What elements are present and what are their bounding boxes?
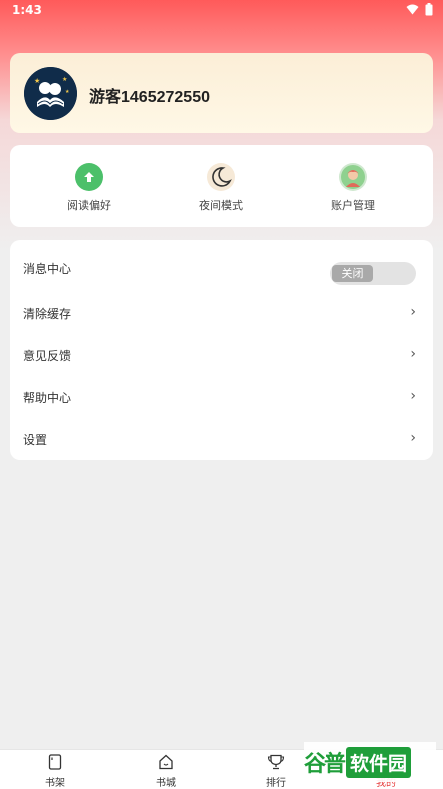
trophy-icon: [241, 753, 311, 771]
clear-cache-row[interactable]: 清除缓存 ›: [10, 292, 433, 334]
feedback-label: 意见反馈: [23, 349, 72, 363]
tab-bookstore[interactable]: 书城: [131, 753, 201, 789]
status-bar: 1:43: [0, 0, 443, 22]
avatar[interactable]: ★ ★ ★: [24, 67, 77, 120]
username: 游客1465272550: [89, 89, 210, 106]
account-management-button[interactable]: 账户管理: [298, 163, 408, 213]
user-avatar-icon: [339, 163, 367, 191]
chevron-right-icon: ›: [410, 430, 416, 446]
svg-text:★: ★: [34, 77, 40, 85]
settings-menu: 消息中心 关闭 清除缓存 › 意见反馈 › 帮助中心 › 设置 ›: [10, 240, 433, 460]
status-time: 1:43: [12, 3, 42, 17]
help-center-row[interactable]: 帮助中心 ›: [10, 376, 433, 418]
account-management-label: 账户管理: [331, 199, 375, 212]
settings-row[interactable]: 设置 ›: [10, 418, 433, 460]
settings-label: 设置: [23, 433, 48, 447]
tab-ranking-label: 排行: [266, 778, 286, 789]
message-center-toggle[interactable]: 关闭: [330, 262, 416, 285]
home-icon: [131, 753, 201, 771]
reading-preference-label: 阅读偏好: [67, 199, 111, 212]
watermark: 谷普 软件园: [304, 742, 436, 782]
chevron-right-icon: ›: [410, 388, 416, 404]
tab-bookstore-label: 书城: [156, 778, 176, 789]
tab-bookshelf-label: 书架: [45, 778, 65, 789]
wifi-icon: [406, 4, 419, 15]
message-center-row: 消息中心 关闭: [10, 247, 433, 289]
reading-people-avatar-icon: ★ ★ ★: [24, 67, 77, 120]
watermark-text: 软件园: [346, 746, 412, 778]
reading-preference-button[interactable]: 阅读偏好: [34, 163, 144, 213]
moon-icon: [207, 163, 235, 191]
svg-text:★: ★: [65, 89, 70, 95]
message-center-label: 消息中心: [23, 262, 72, 276]
status-icons: [406, 3, 433, 16]
help-center-label: 帮助中心: [23, 391, 72, 405]
quick-actions-card: 阅读偏好 夜间模式 账户管理: [10, 145, 433, 227]
tab-bookshelf[interactable]: 书架: [20, 753, 90, 789]
clear-cache-label: 清除缓存: [23, 307, 72, 321]
svg-text:★: ★: [62, 76, 67, 83]
chevron-right-icon: ›: [410, 346, 416, 362]
night-mode-button[interactable]: 夜间模式: [166, 163, 276, 213]
tab-ranking[interactable]: 排行: [241, 753, 311, 789]
battery-icon: [425, 3, 433, 16]
user-profile-card[interactable]: ★ ★ ★ 游客1465272550: [10, 53, 433, 133]
feedback-row[interactable]: 意见反馈 ›: [10, 334, 433, 376]
book-icon: [20, 753, 90, 771]
arrow-up-circle-icon: [75, 163, 103, 191]
chevron-right-icon: ›: [410, 304, 416, 320]
watermark-logo: 谷普: [304, 752, 346, 777]
toggle-state-label: 关闭: [332, 265, 373, 282]
night-mode-label: 夜间模式: [199, 199, 243, 212]
